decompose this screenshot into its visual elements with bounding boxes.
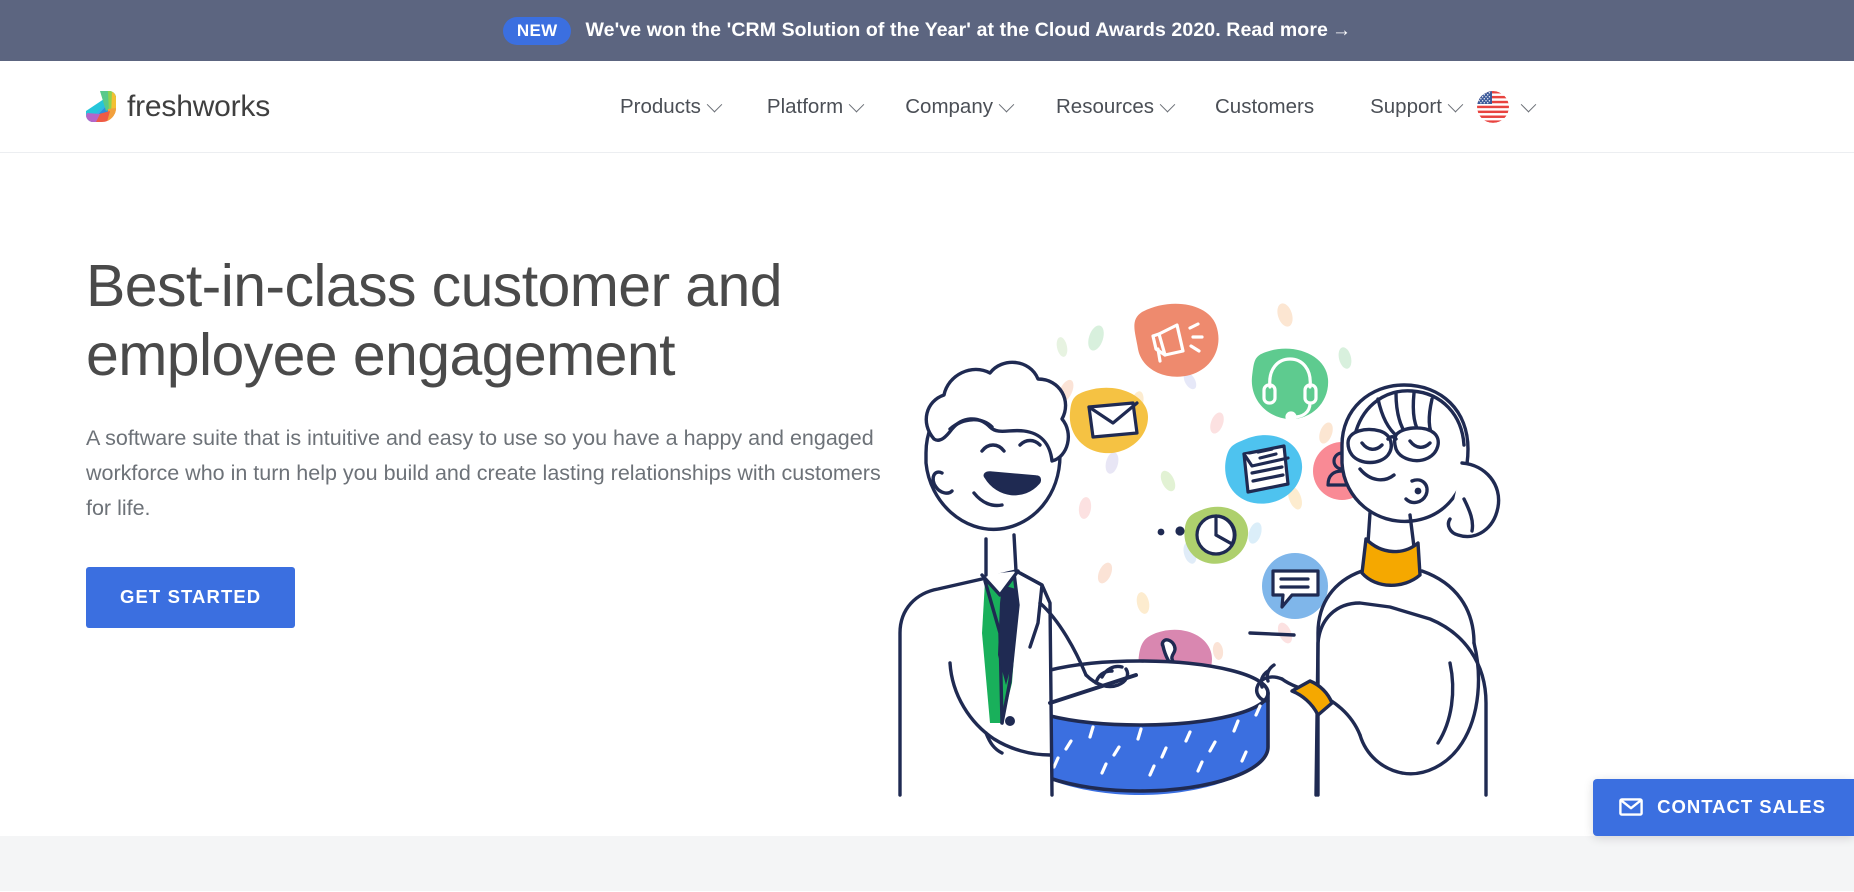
nav-item-resources[interactable]: Resources (1056, 95, 1173, 119)
chevron-down-icon (1448, 96, 1464, 112)
nav-item-products-label: Products (620, 95, 701, 119)
page-root: NEW We've won the 'CRM Solution of the Y… (0, 0, 1854, 892)
nav-item-customers[interactable]: Customers (1215, 95, 1314, 119)
nav-item-customers-label: Customers (1215, 95, 1314, 119)
page-title: Best-in-class customer and employee enga… (86, 252, 906, 390)
locale-selector[interactable] (1477, 91, 1534, 123)
contact-sales-button[interactable]: CONTACT SALES (1593, 779, 1854, 836)
nav-item-platform[interactable]: Platform (767, 95, 862, 119)
page-title-line-2: employee engagement (86, 322, 675, 388)
announcement-bar: NEW We've won the 'CRM Solution of the Y… (0, 0, 1854, 61)
announcement-text: We've won the 'CRM Solution of the Year'… (585, 19, 1351, 42)
chevron-down-icon (707, 96, 723, 112)
page-title-line-1: Best-in-class customer and (86, 253, 782, 319)
hero-section: Best-in-class customer and employee enga… (0, 153, 1854, 891)
hero-copy: Best-in-class customer and employee enga… (86, 252, 906, 628)
us-flag-icon (1477, 91, 1509, 123)
hero-illustration (890, 303, 1510, 803)
brand-logo-link[interactable]: freshworks (86, 90, 270, 124)
nav-item-support[interactable]: Support (1370, 95, 1461, 119)
people-engagement-illustration-svg (890, 303, 1510, 803)
nav-item-products[interactable]: Products (620, 95, 720, 119)
announcement-badge: NEW (503, 17, 572, 45)
get-started-button[interactable]: GET STARTED (86, 567, 295, 628)
hero-subtitle: A software suite that is intuitive and e… (86, 421, 886, 526)
announcement-read-more-label: Read more (1226, 19, 1328, 41)
chevron-down-icon (1160, 96, 1176, 112)
chevron-down-icon (849, 96, 865, 112)
chevron-down-icon (999, 96, 1015, 112)
site-header: freshworks Products Platform Company Res… (0, 61, 1854, 153)
announcement-read-more-link[interactable]: Read more→ (1226, 19, 1351, 41)
main-navigation: Products Platform Company Resources Cust… (620, 61, 1534, 153)
envelope-icon (1619, 798, 1643, 816)
announcement-message: We've won the 'CRM Solution of the Year'… (585, 19, 1220, 41)
nav-item-company-label: Company (905, 95, 993, 119)
freshworks-leaf-logo-icon (86, 91, 116, 122)
chevron-down-icon (1521, 96, 1537, 112)
contact-sales-label: CONTACT SALES (1657, 796, 1826, 818)
nav-item-platform-label: Platform (767, 95, 843, 119)
page-bottom-strip (0, 836, 1854, 891)
nav-item-resources-label: Resources (1056, 95, 1154, 119)
nav-item-company[interactable]: Company (905, 95, 1012, 119)
arrow-right-icon: → (1332, 20, 1351, 41)
brand-name: freshworks (127, 90, 270, 124)
nav-item-support-label: Support (1370, 95, 1442, 119)
